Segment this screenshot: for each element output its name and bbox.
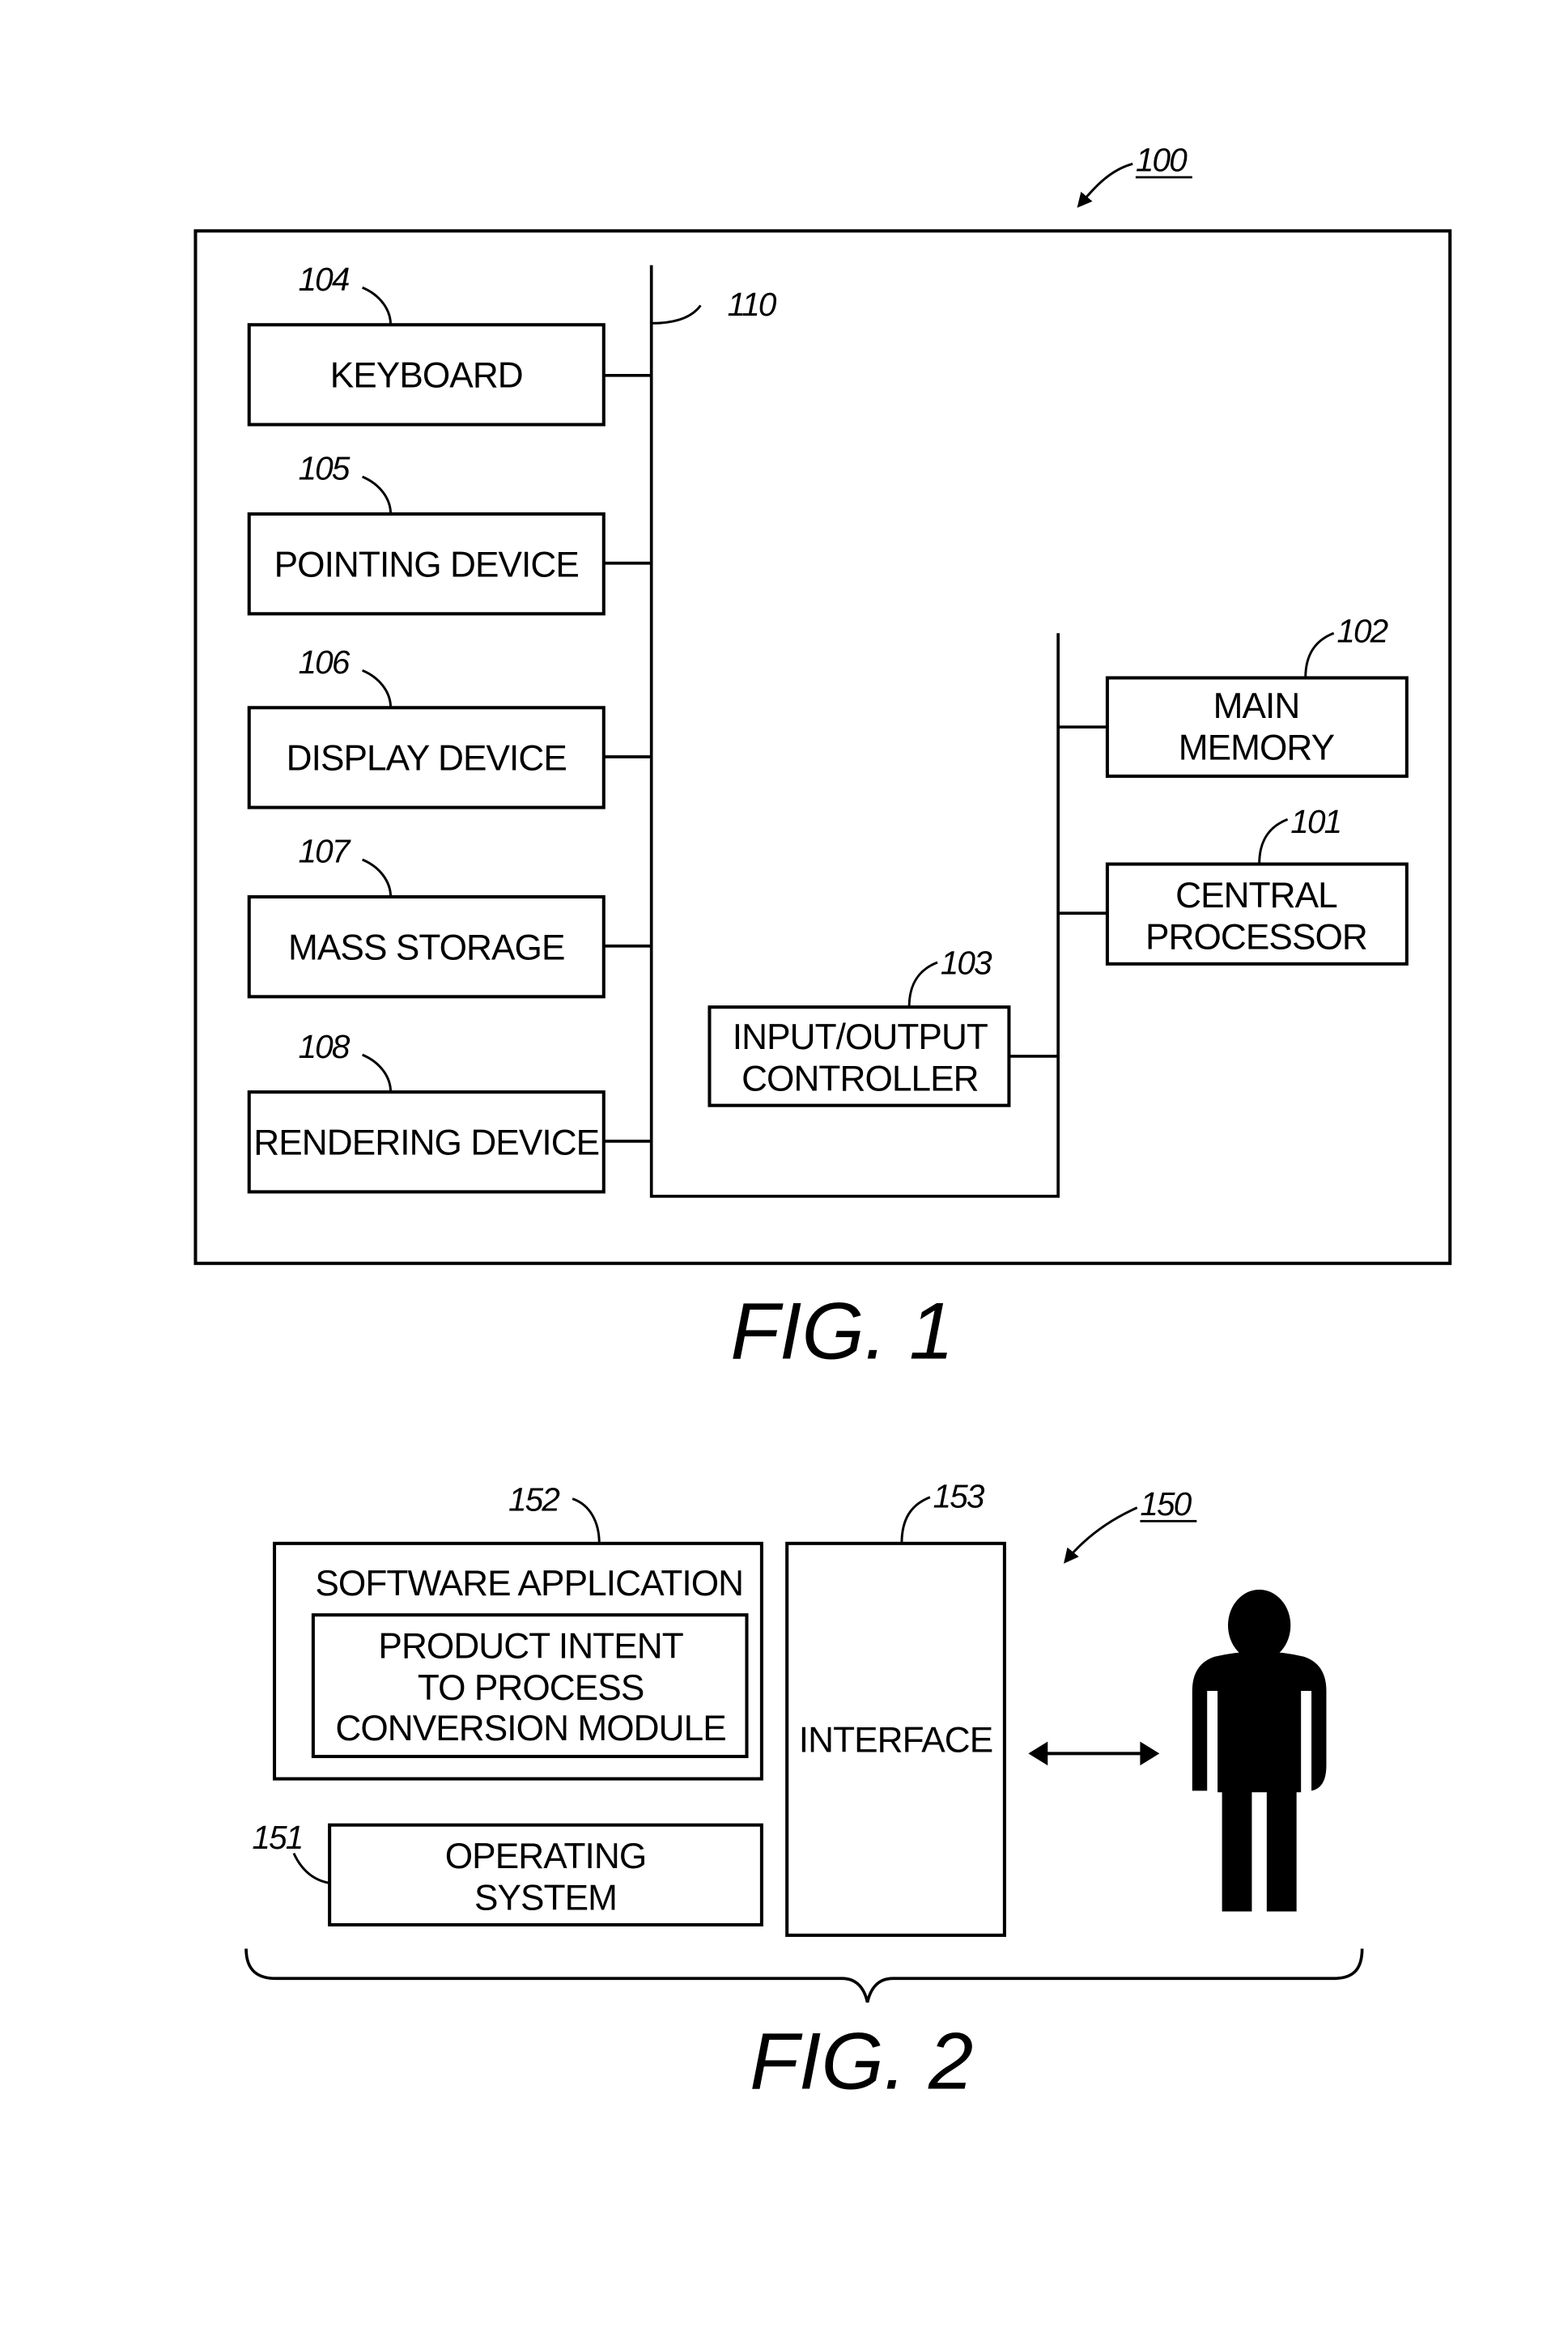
ref-105: 105	[298, 450, 350, 487]
figure-2-caption: FIG. 2	[750, 2016, 973, 2106]
ref-150: 150	[1140, 1485, 1192, 1523]
system-150-reference: 150	[1064, 1485, 1197, 1564]
central-processor-block: 101 CENTRAL PROCESSOR	[1058, 803, 1409, 966]
io-controller-block: 103 INPUT/OUTPUT CONTROLLER	[708, 945, 1059, 1107]
device-keyboard: 104 KEYBOARD	[247, 261, 652, 427]
interface-block: 153 INTERFACE	[785, 1478, 1006, 1937]
operating-system-block: 151 OPERATING SYSTEM	[252, 1819, 763, 1927]
arrow-icon	[1077, 163, 1133, 208]
rendering-device-label: RENDERING DEVICE	[253, 1123, 599, 1162]
figure-1-caption: FIG. 1	[730, 1287, 954, 1377]
grouping-brace	[244, 1948, 1364, 2003]
central-processor-label-line1: CENTRAL	[1175, 876, 1337, 915]
device-display: 106 DISPLAY DEVICE	[247, 643, 652, 809]
bidirectional-arrow-icon	[1028, 1741, 1160, 1766]
io-controller-label-line1: INPUT/OUTPUT	[733, 1017, 988, 1057]
software-application-label: SOFTWARE APPLICATION	[315, 1564, 743, 1603]
ref-107: 107	[298, 833, 351, 870]
ref-106: 106	[298, 643, 350, 681]
ref-104: 104	[298, 261, 348, 298]
conversion-module-block: PRODUCT INTENT TO PROCESS CONVERSION MOD…	[311, 1613, 749, 1759]
bus-leader	[651, 304, 702, 325]
device-rendering: 108 RENDERING DEVICE	[247, 1028, 652, 1194]
module-label-line1: PRODUCT INTENT	[378, 1627, 682, 1667]
module-label-line3: CONVERSION MODULE	[335, 1709, 725, 1748]
ref-100: 100	[1136, 142, 1188, 179]
central-processor-label-line2: PROCESSOR	[1145, 917, 1367, 957]
operating-system-label-line2: SYSTEM	[474, 1879, 617, 1918]
figure-1: 100 110 104 KEYBOARD 105 POINTING DEVICE	[193, 142, 1452, 1377]
module-label-line2: TO PROCESS	[418, 1668, 644, 1708]
arrow-icon	[1064, 1506, 1138, 1564]
ref-101: 101	[1290, 803, 1341, 840]
io-controller-label-line2: CONTROLLER	[742, 1059, 979, 1098]
system-100-reference: 100	[1077, 142, 1192, 208]
main-memory-label-line1: MAIN	[1213, 686, 1300, 726]
user-person-icon	[1192, 1589, 1327, 1912]
ref-151: 151	[252, 1819, 302, 1856]
ref-103: 103	[941, 945, 992, 982]
mass-storage-label: MASS STORAGE	[288, 928, 564, 967]
keyboard-label: KEYBOARD	[330, 356, 523, 396]
device-mass-storage: 107 MASS STORAGE	[247, 833, 652, 999]
interface-label: INTERFACE	[799, 1721, 993, 1760]
ref-108: 108	[298, 1028, 350, 1065]
ref-153: 153	[933, 1478, 985, 1515]
ref-110: 110	[728, 286, 777, 323]
main-memory-block: 102 MAIN MEMORY	[1058, 612, 1409, 778]
main-memory-label-line2: MEMORY	[1179, 728, 1335, 768]
pointing-device-label: POINTING DEVICE	[274, 545, 579, 584]
operating-system-label-line1: OPERATING	[445, 1837, 647, 1876]
ref-102: 102	[1336, 612, 1387, 649]
ref-152: 152	[508, 1480, 559, 1518]
figure-2: 150 152 SOFTWARE APPLICATION PRODUCT INT…	[244, 1478, 1364, 2106]
patent-drawing-sheet: 100 110 104 KEYBOARD 105 POINTING DEVICE	[193, 142, 1452, 2106]
device-pointing: 105 POINTING DEVICE	[247, 450, 652, 616]
display-device-label: DISPLAY DEVICE	[287, 739, 567, 779]
